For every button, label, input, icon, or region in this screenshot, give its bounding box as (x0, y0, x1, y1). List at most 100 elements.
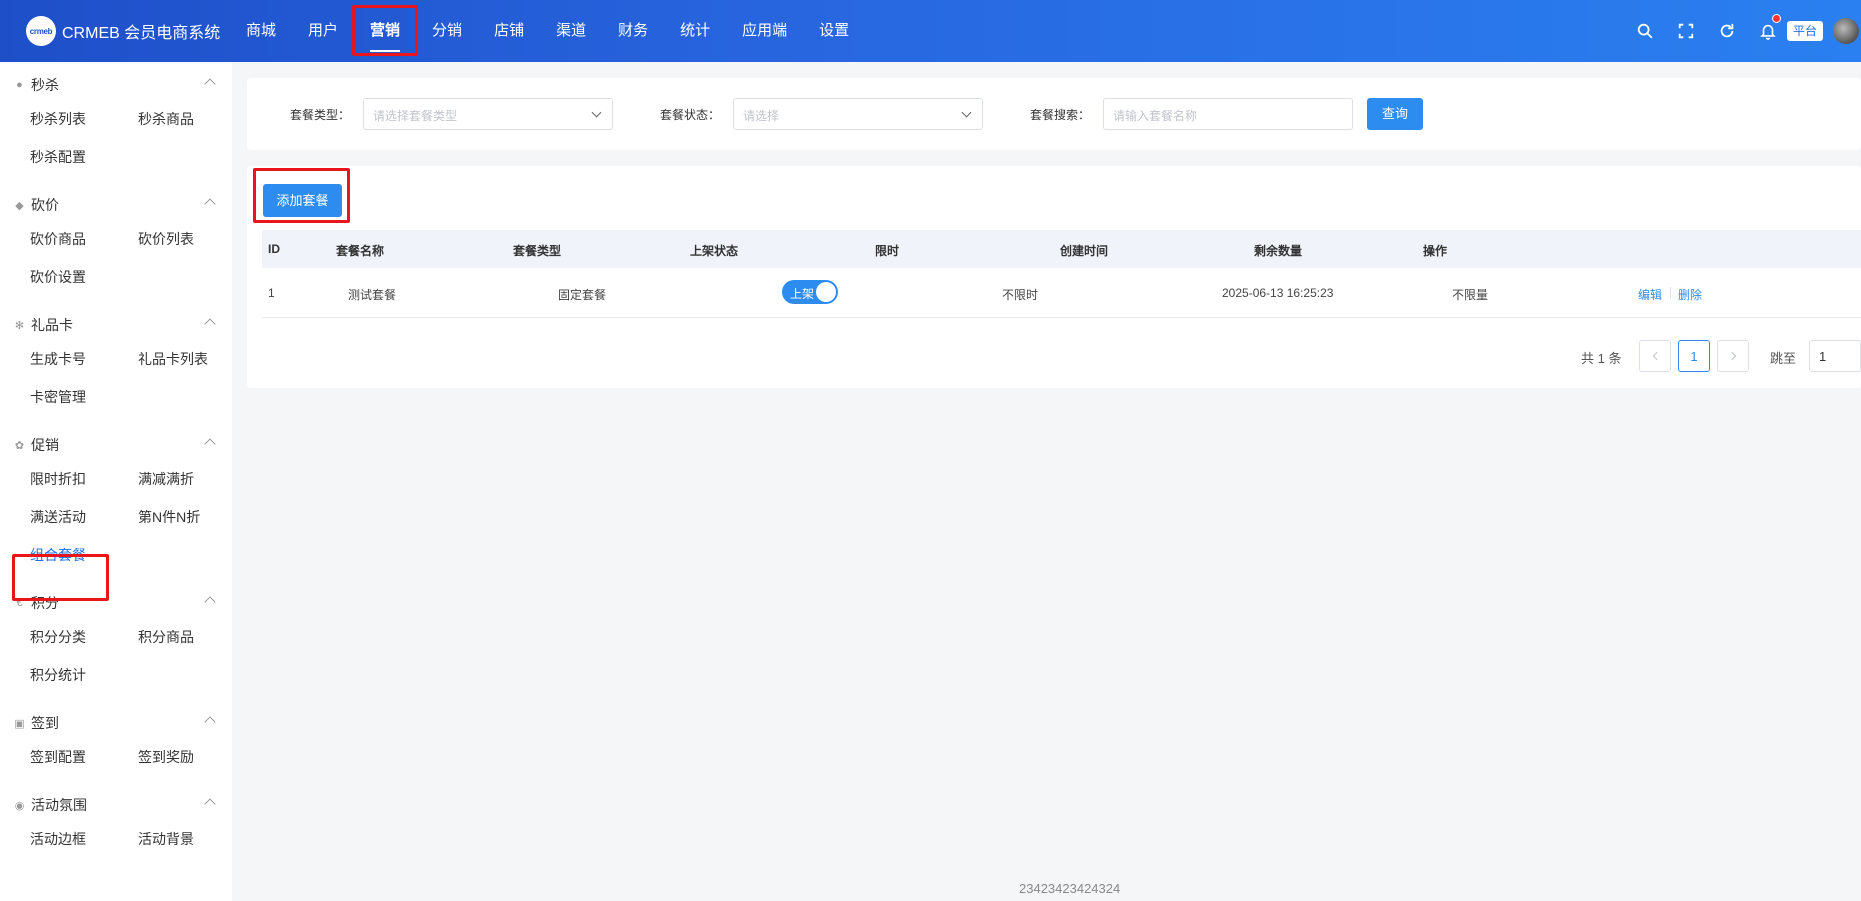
sidebar-item[interactable]: 第N件N折 (138, 498, 232, 536)
avatar[interactable] (1833, 18, 1859, 44)
column-header: 套餐名称 (336, 244, 385, 258)
type-select[interactable]: 请选择套餐类型 (363, 98, 613, 130)
chevron-up-icon[interactable] (204, 198, 216, 210)
sidebar-item[interactable]: 积分统计 (30, 656, 138, 694)
op-divider (1670, 287, 1671, 299)
sidebar-item[interactable]: 签到配置 (30, 738, 138, 776)
status-select-placeholder: 请选择 (743, 109, 780, 123)
sidebar-item[interactable]: 满送活动 (30, 498, 138, 536)
sidebar-group-title: 秒杀 (31, 77, 59, 93)
nav-item-3[interactable]: 分销 (416, 0, 478, 62)
status-filter-label: 套餐状态： (660, 108, 721, 122)
sidebar-group-4[interactable]: € 积分 (0, 588, 232, 618)
brand-name: CRMEB 会员电商系统 (62, 25, 221, 42)
brand-logo[interactable]: crmeb CRMEB 会员电商系统 (26, 16, 220, 46)
refresh-icon[interactable] (1716, 20, 1738, 42)
sidebar-item[interactable]: 砍价设置 (30, 258, 138, 296)
sidebar-group-title: 积分 (31, 595, 59, 611)
add-package-button[interactable]: 添加套餐 (263, 184, 342, 217)
search-icon[interactable] (1634, 20, 1656, 42)
cell-limit: 不限时 (1002, 288, 1039, 302)
chevron-right-icon (1727, 351, 1736, 361)
sidebar-group-title: 活动氛围 (31, 797, 87, 813)
nav-item-6[interactable]: 财务 (602, 0, 664, 62)
filter-panel: 套餐类型： 请选择套餐类型 套餐状态： 请选择 套餐搜索： 请输入套餐名称 查询 (247, 78, 1861, 150)
nav-item-2[interactable]: 营销 (354, 0, 416, 62)
search-filter-label: 套餐搜索： (1030, 108, 1091, 122)
sidebar-group-items: 秒杀列表 秒杀商品 秒杀配置 (0, 100, 232, 176)
sidebar-group-title: 礼品卡 (31, 317, 73, 333)
sidebar-item[interactable]: 签到奖励 (138, 738, 232, 776)
sidebar-item[interactable]: 秒杀列表 (30, 100, 138, 138)
top-navigation: 商城 用户 营销 分销 店铺 渠道 财务 统计 应用端 设置 (230, 0, 865, 62)
status-toggle[interactable]: 上架 (782, 280, 838, 304)
nav-item-8[interactable]: 应用端 (726, 0, 803, 62)
search-input-placeholder: 请输入套餐名称 (1113, 109, 1198, 123)
bell-icon[interactable] (1757, 14, 1781, 42)
sidebar-group-items: 限时折扣 满减满折 满送活动 第N件N折 组合套餐 (0, 460, 232, 574)
sidebar-group-6[interactable]: ◉ 活动氛围 (0, 790, 232, 820)
chevron-up-icon[interactable] (204, 716, 216, 728)
jump-page-input[interactable]: 1 (1809, 340, 1861, 372)
nav-item-9[interactable]: 设置 (803, 0, 865, 62)
nav-item-1[interactable]: 用户 (292, 0, 354, 62)
sidebar-item[interactable]: 生成卡号 (30, 340, 138, 378)
sidebar-group-items: 砍价商品 砍价列表 砍价设置 (0, 220, 232, 296)
sidebar-item[interactable]: 活动边框 (30, 820, 138, 858)
header-actions: 平台 (1615, 0, 1861, 62)
cell-created: 2025-06-13 16:25:23 (1222, 286, 1334, 300)
chevron-up-icon[interactable] (204, 438, 216, 450)
column-header: ID (268, 242, 280, 256)
promo-icon: ✿ (14, 439, 25, 452)
column-header: 创建时间 (1060, 244, 1109, 258)
atmosphere-icon: ◉ (14, 799, 25, 812)
nav-item-7[interactable]: 统计 (664, 0, 726, 62)
sidebar-item[interactable]: 积分商品 (138, 618, 232, 656)
column-header: 套餐类型 (513, 244, 562, 258)
sidebar-group-5[interactable]: ▣ 签到 (0, 708, 232, 738)
delete-link[interactable]: 删除 (1678, 286, 1702, 303)
nav-item-4[interactable]: 店铺 (478, 0, 540, 62)
fullscreen-icon[interactable] (1675, 20, 1697, 42)
chevron-up-icon[interactable] (204, 596, 216, 608)
sidebar-item[interactable]: 卡密管理 (30, 378, 138, 416)
sidebar-item[interactable]: 秒杀配置 (30, 138, 138, 176)
sidebar-group-2[interactable]: ✻ 礼品卡 (0, 310, 232, 340)
search-input[interactable]: 请输入套餐名称 (1103, 98, 1353, 130)
sidebar-item[interactable]: 砍价商品 (30, 220, 138, 258)
top-header: crmeb CRMEB 会员电商系统 商城 用户 营销 分销 店铺 渠道 财务 统计 应用端 设置… (0, 0, 1861, 62)
sidebar: ● 秒杀 秒杀列表 秒杀商品 秒杀配置 ◆ 砍价 砍价商品 砍价列表 砍价设置 ✻ 礼品卡 生成卡号 礼品… (0, 62, 232, 901)
chevron-up-icon[interactable] (204, 318, 216, 330)
sidebar-item[interactable]: 砍价列表 (138, 220, 232, 258)
sidebar-item[interactable]: 积分分类 (30, 618, 138, 656)
nav-item-5[interactable]: 渠道 (540, 0, 602, 62)
sidebar-group-items: 签到配置 签到奖励 (0, 738, 232, 776)
sidebar-item[interactable]: 限时折扣 (30, 460, 138, 498)
prev-page-button[interactable] (1639, 340, 1671, 372)
chevron-up-icon[interactable] (204, 78, 216, 90)
sidebar-group-1[interactable]: ◆ 砍价 (0, 190, 232, 220)
sidebar-group-3[interactable]: ✿ 促销 (0, 430, 232, 460)
seckill-icon: ● (16, 79, 23, 91)
status-select[interactable]: 请选择 (733, 98, 983, 130)
next-page-button[interactable] (1717, 340, 1749, 372)
chevron-up-icon[interactable] (204, 798, 216, 810)
table-row: 1 测试套餐 固定套餐 上架 不限时 2025-06-13 16:25:23 不… (262, 268, 1861, 318)
column-header: 剩余数量 (1254, 244, 1303, 258)
sidebar-group-title: 签到 (31, 715, 59, 731)
sidebar-item[interactable]: 满减满折 (138, 460, 232, 498)
sidebar-item[interactable]: 礼品卡列表 (138, 340, 232, 378)
page-1-button[interactable]: 1 (1678, 340, 1710, 372)
sidebar-item[interactable]: 活动背景 (138, 820, 232, 858)
nav-item-0[interactable]: 商城 (230, 0, 292, 62)
query-button[interactable]: 查询 (1367, 98, 1423, 130)
sidebar-item[interactable]: 组合套餐 (30, 536, 138, 574)
platform-tag[interactable]: 平台 (1786, 21, 1823, 41)
pagination-total: 共 1 条 (1581, 351, 1622, 366)
sidebar-group-0[interactable]: ● 秒杀 (0, 70, 232, 100)
sidebar-group-items: 生成卡号 礼品卡列表 卡密管理 (0, 340, 232, 416)
sidebar-item[interactable]: 秒杀商品 (138, 100, 232, 138)
chevron-down-icon (591, 107, 602, 118)
euro-icon: € (16, 597, 23, 609)
edit-link[interactable]: 编辑 (1638, 286, 1662, 303)
